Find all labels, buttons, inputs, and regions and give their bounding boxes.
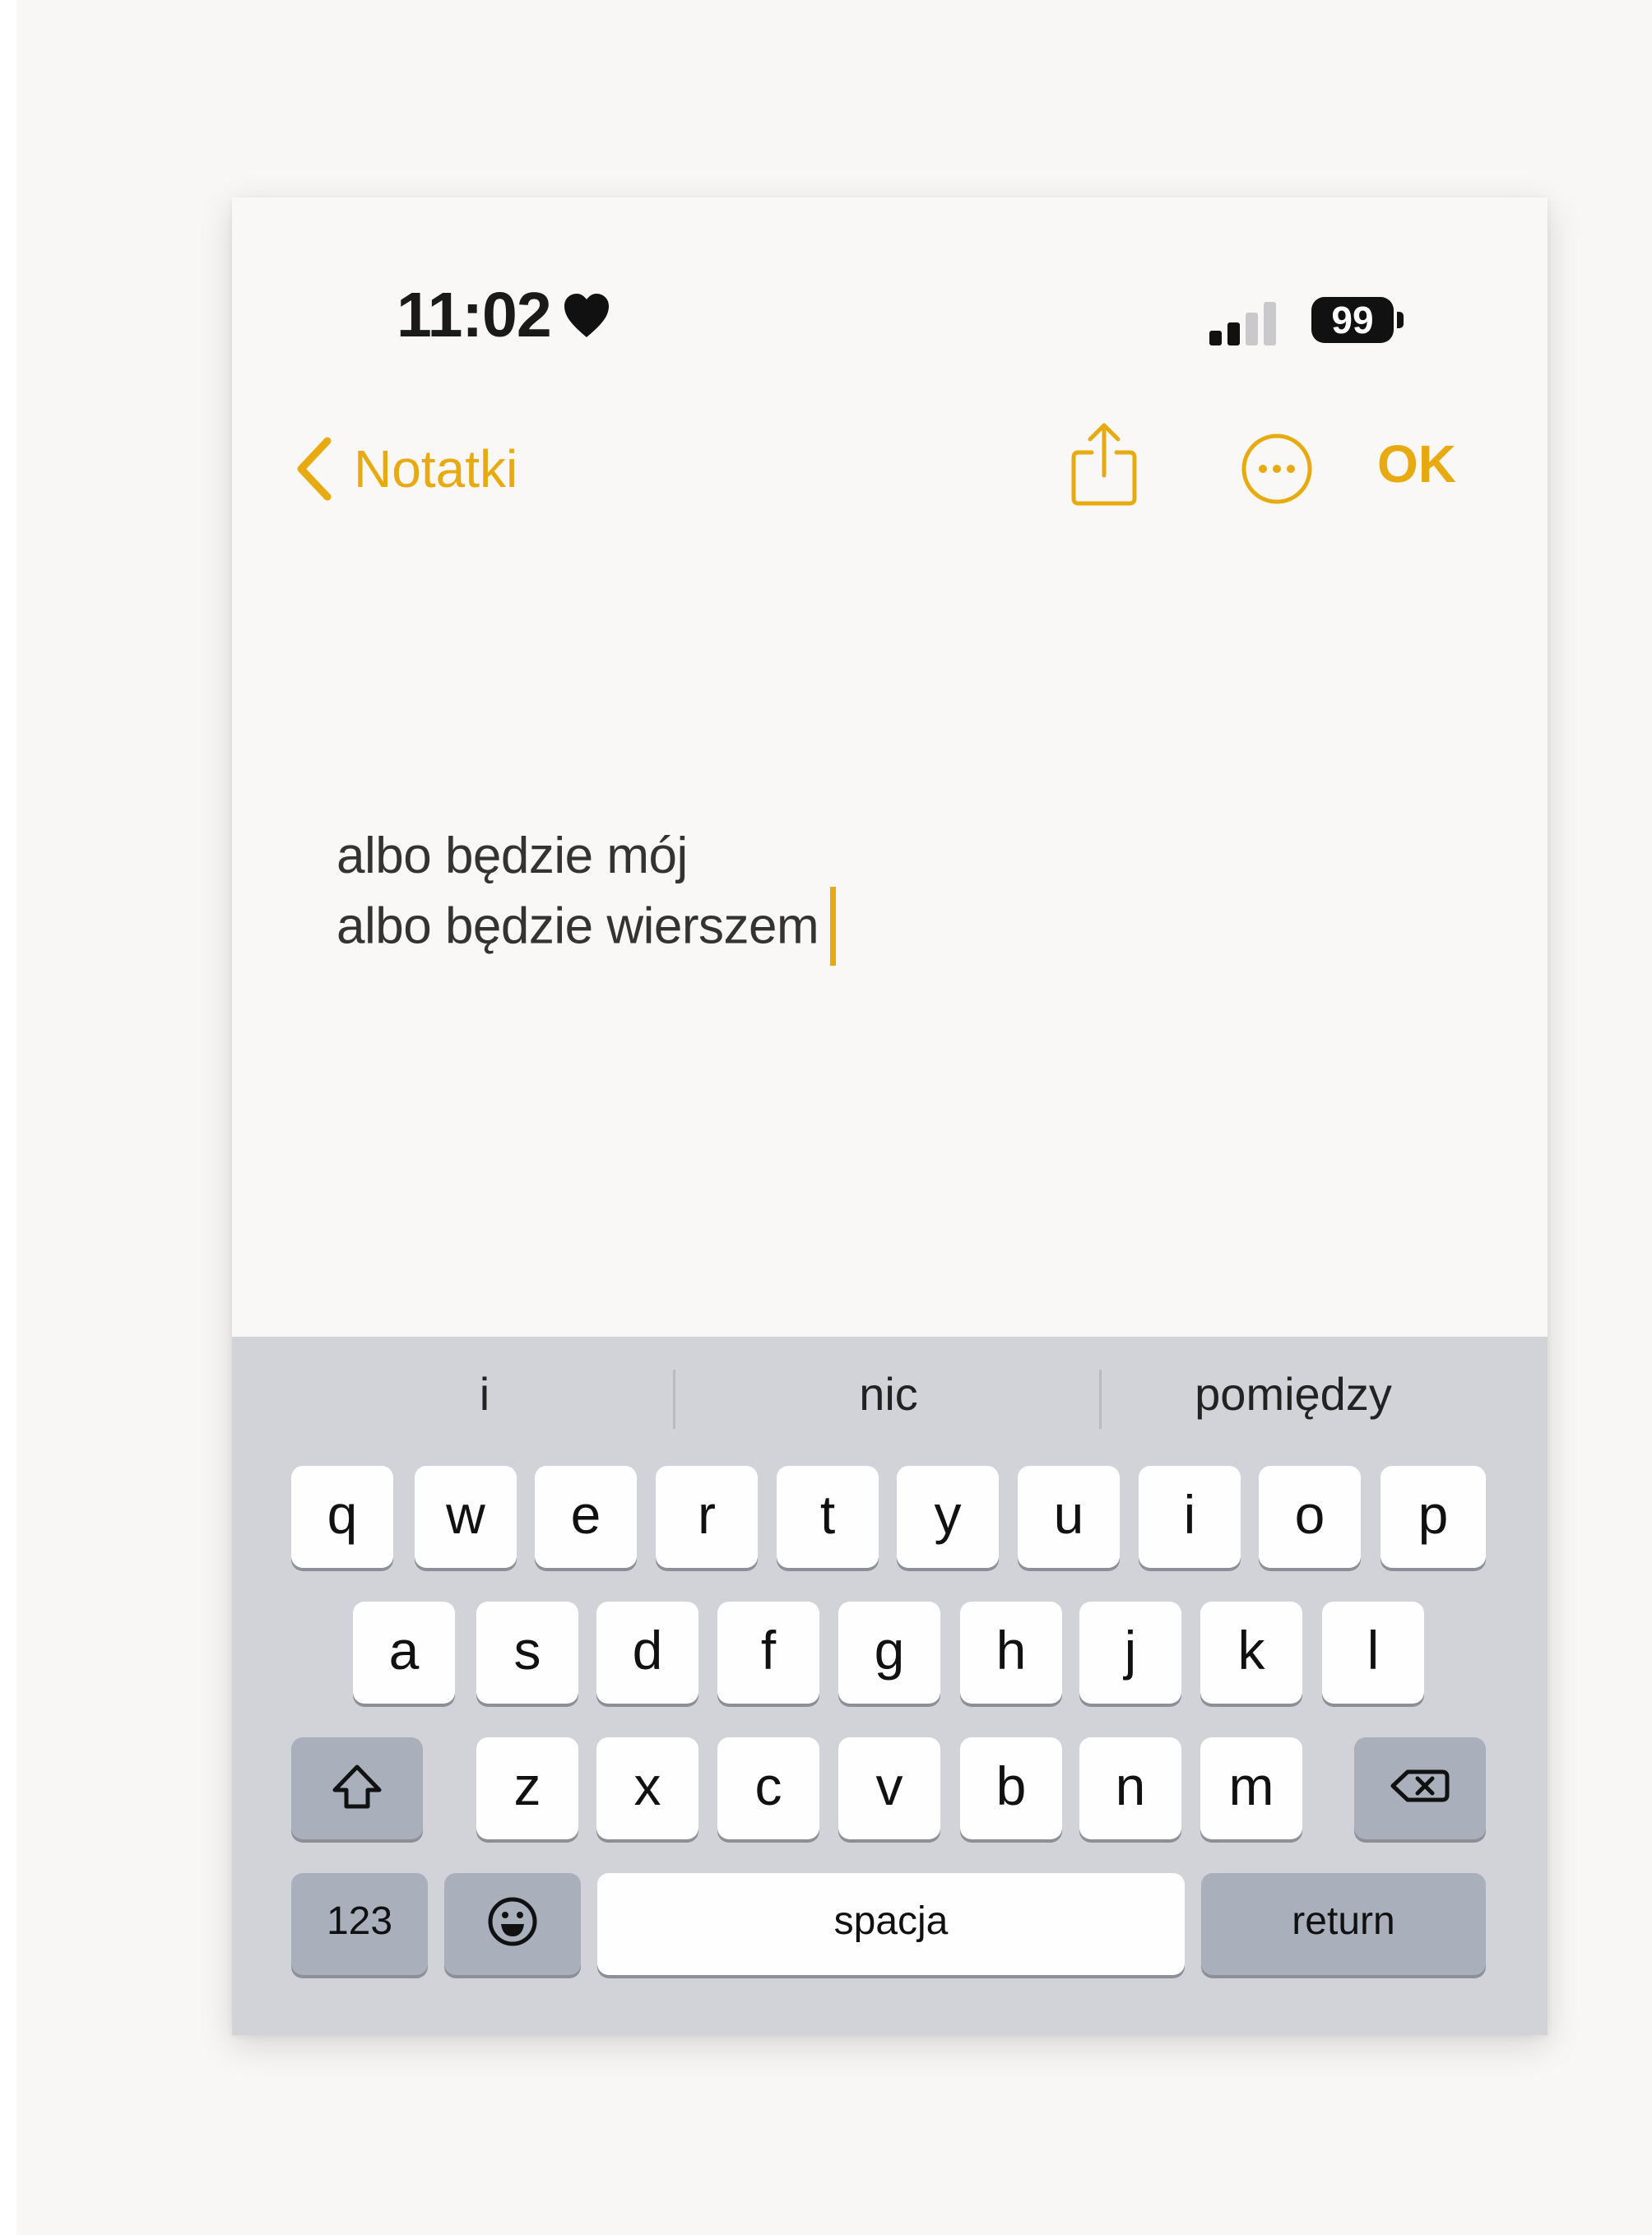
return-key[interactable]: return [1201, 1873, 1486, 1975]
emoji-key[interactable] [444, 1873, 581, 1975]
delete-key[interactable] [1354, 1737, 1486, 1839]
cellular-signal-icon [1209, 302, 1276, 345]
shift-arrow-icon [332, 1764, 382, 1809]
key-o[interactable]: o [1259, 1466, 1361, 1568]
key-w[interactable]: w [415, 1466, 517, 1568]
battery-icon: 99 [1311, 297, 1404, 343]
key-q[interactable]: q [291, 1466, 393, 1568]
keyboard: i nic pomiędzy q w e r t y u i o p a s d… [232, 1337, 1548, 2035]
suggestion-1[interactable]: i [336, 1371, 633, 1417]
suggestion-2[interactable]: nic [740, 1371, 1037, 1417]
phone-screen: 11:02 99 Notatki OK albo będzie mój albo… [232, 197, 1548, 2035]
shift-key[interactable] [291, 1737, 423, 1839]
key-f[interactable]: f [717, 1602, 819, 1704]
numbers-key[interactable]: 123 [291, 1873, 428, 1975]
share-icon[interactable] [1067, 420, 1141, 510]
emoji-icon [488, 1897, 537, 1946]
key-c[interactable]: c [717, 1737, 819, 1839]
key-u[interactable]: u [1018, 1466, 1120, 1568]
key-b[interactable]: b [960, 1737, 1062, 1839]
back-button[interactable]: Notatki [291, 432, 517, 506]
back-button-label: Notatki [354, 439, 518, 498]
battery-nub [1397, 312, 1404, 328]
suggestion-divider [673, 1370, 675, 1429]
more-options-icon[interactable] [1240, 432, 1314, 506]
chevron-left-icon [297, 437, 332, 501]
key-g[interactable]: g [838, 1602, 940, 1704]
key-l[interactable]: l [1322, 1602, 1424, 1704]
status-time: 11:02 [397, 280, 552, 350]
key-j[interactable]: j [1079, 1602, 1181, 1704]
note-line: albo będzie mój [336, 828, 688, 884]
key-a[interactable]: a [353, 1602, 455, 1704]
key-x[interactable]: x [596, 1737, 698, 1839]
heart-icon [564, 294, 609, 337]
battery-level: 99 [1311, 297, 1394, 343]
note-line-last: albo będzie wierszem [336, 887, 837, 969]
note-editor[interactable]: albo będzie mój albo będzie wierszem [336, 823, 837, 969]
key-t[interactable]: t [777, 1466, 879, 1568]
key-e[interactable]: e [535, 1466, 637, 1568]
key-m[interactable]: m [1200, 1737, 1302, 1839]
key-y[interactable]: y [897, 1466, 999, 1568]
key-s[interactable]: s [476, 1602, 578, 1704]
key-r[interactable]: r [656, 1466, 758, 1568]
backspace-icon [1390, 1769, 1450, 1802]
key-z[interactable]: z [476, 1737, 578, 1839]
key-v[interactable]: v [838, 1737, 940, 1839]
done-button[interactable]: OK [1377, 438, 1456, 490]
key-p[interactable]: p [1381, 1466, 1486, 1568]
suggestion-divider [1099, 1370, 1102, 1429]
suggestion-3[interactable]: pomiędzy [1145, 1371, 1441, 1417]
text-cursor [830, 887, 837, 966]
key-i[interactable]: i [1139, 1466, 1241, 1568]
key-n[interactable]: n [1079, 1737, 1181, 1839]
key-k[interactable]: k [1200, 1602, 1302, 1704]
note-line-text: albo będzie wierszem [336, 897, 819, 955]
space-key[interactable]: spacja [597, 1873, 1185, 1975]
key-h[interactable]: h [960, 1602, 1062, 1704]
key-d[interactable]: d [596, 1602, 698, 1704]
predictive-text-bar: i nic pomiędzy [232, 1337, 1548, 1460]
